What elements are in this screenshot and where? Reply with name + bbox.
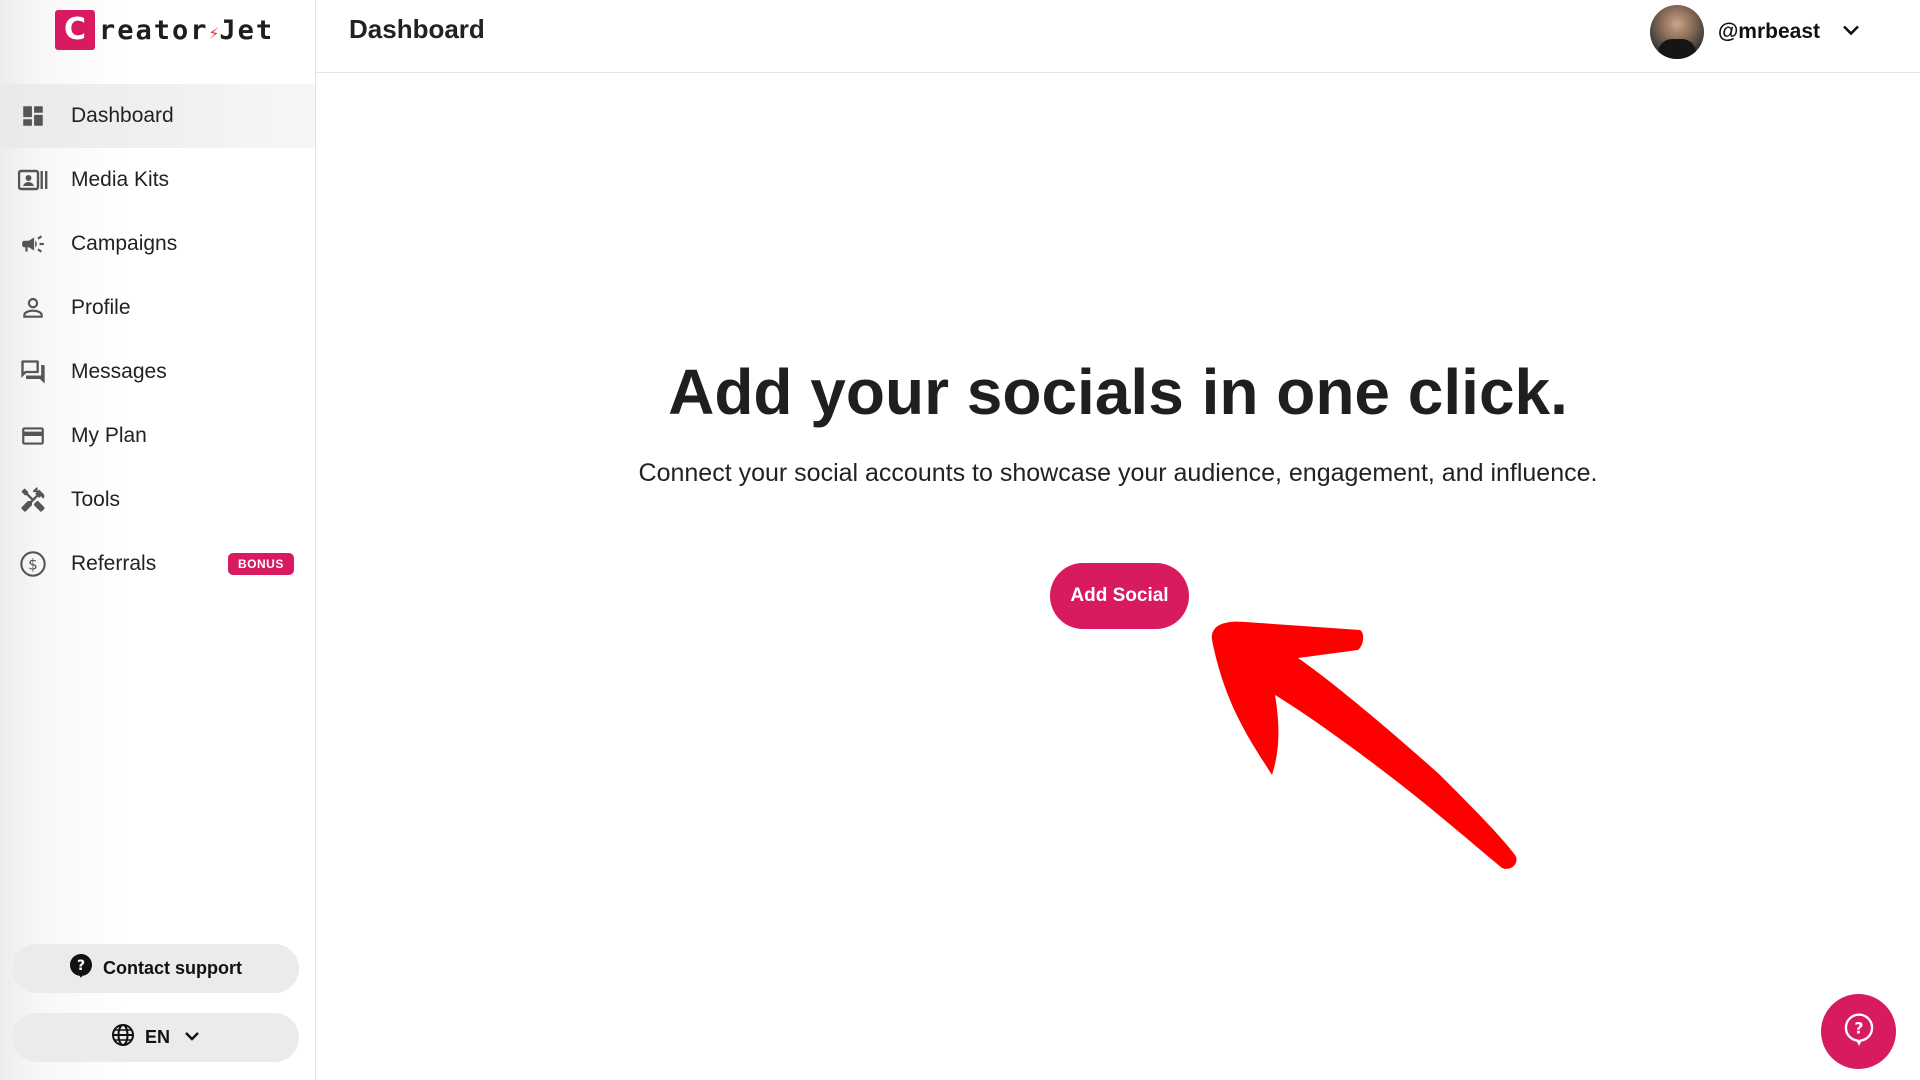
sidebar-item-label: Referrals — [71, 552, 157, 575]
bonus-badge: BONUS — [228, 553, 294, 575]
svg-text:?: ? — [1854, 1019, 1863, 1038]
sidebar-item-label: Tools — [71, 488, 121, 511]
help-fab-button[interactable]: ? — [1821, 994, 1896, 1069]
main-subtext: Connect your social accounts to showcase… — [638, 459, 1598, 487]
contact-support-button[interactable]: ? Contact support — [12, 944, 299, 993]
person-icon — [18, 293, 48, 323]
bolt-icon: ⚡ — [208, 22, 220, 44]
sidebar-item-label: Dashboard — [71, 104, 174, 127]
media-kits-icon — [18, 165, 48, 195]
sidebar-item-label: My Plan — [71, 424, 147, 447]
add-social-button[interactable]: Add Social — [1050, 563, 1189, 629]
megaphone-icon — [18, 229, 48, 259]
sidebar-item-label: Media Kits — [71, 168, 170, 191]
dashboard-icon — [18, 101, 48, 131]
language-value: EN — [144, 1027, 170, 1047]
globe-icon — [111, 1023, 135, 1052]
svg-text:?: ? — [77, 958, 85, 974]
sidebar-item-my-plan[interactable]: My Plan — [0, 404, 315, 468]
sidebar-nav: Dashboard Media Kits Campaigns Profile M… — [0, 84, 315, 596]
sidebar-item-label: Profile — [71, 296, 131, 319]
tools-icon — [18, 485, 48, 515]
chat-icon — [18, 357, 48, 387]
sidebar-item-campaigns[interactable]: Campaigns — [0, 212, 315, 276]
contact-support-label: Contact support — [103, 958, 242, 978]
chevron-down-icon — [184, 1029, 200, 1047]
credit-card-icon — [18, 421, 48, 451]
username: @mrbeast — [1717, 20, 1820, 43]
sidebar-item-messages[interactable]: Messages — [0, 340, 315, 404]
red-arrow-annotation — [1211, 621, 1517, 869]
sidebar-item-dashboard[interactable]: Dashboard — [0, 84, 315, 148]
language-selector[interactable]: EN — [12, 1013, 299, 1062]
sidebar-item-referrals[interactable]: $ Referrals BONUS — [0, 532, 315, 596]
sidebar-item-tools[interactable]: Tools — [0, 468, 315, 532]
help-bubble-icon: ? — [1843, 1012, 1875, 1051]
svg-text:$: $ — [28, 556, 38, 574]
sidebar-item-label: Campaigns — [71, 232, 178, 255]
sidebar: C reator⚡Jet Dashboard Media Kits Campai… — [0, 0, 316, 1080]
logo-wordmark: reator⚡Jet — [99, 14, 275, 46]
page-title: Dashboard — [349, 14, 485, 44]
chevron-down-icon — [1842, 23, 1860, 41]
main-headline: Add your socials in one click. — [668, 356, 1568, 428]
help-bubble-icon: ? — [69, 953, 93, 984]
avatar — [1649, 5, 1704, 59]
sidebar-item-profile[interactable]: Profile — [0, 276, 315, 340]
dollar-circle-icon: $ — [18, 549, 48, 579]
sidebar-item-label: Messages — [71, 360, 167, 383]
sidebar-item-media-kits[interactable]: Media Kits — [0, 148, 315, 212]
creatorjet-logo[interactable]: C reator⚡Jet — [55, 10, 274, 50]
user-menu[interactable]: @mrbeast — [1649, 4, 1860, 60]
top-header: Dashboard @mrbeast — [316, 0, 1920, 73]
logo-mark: C — [55, 10, 95, 50]
